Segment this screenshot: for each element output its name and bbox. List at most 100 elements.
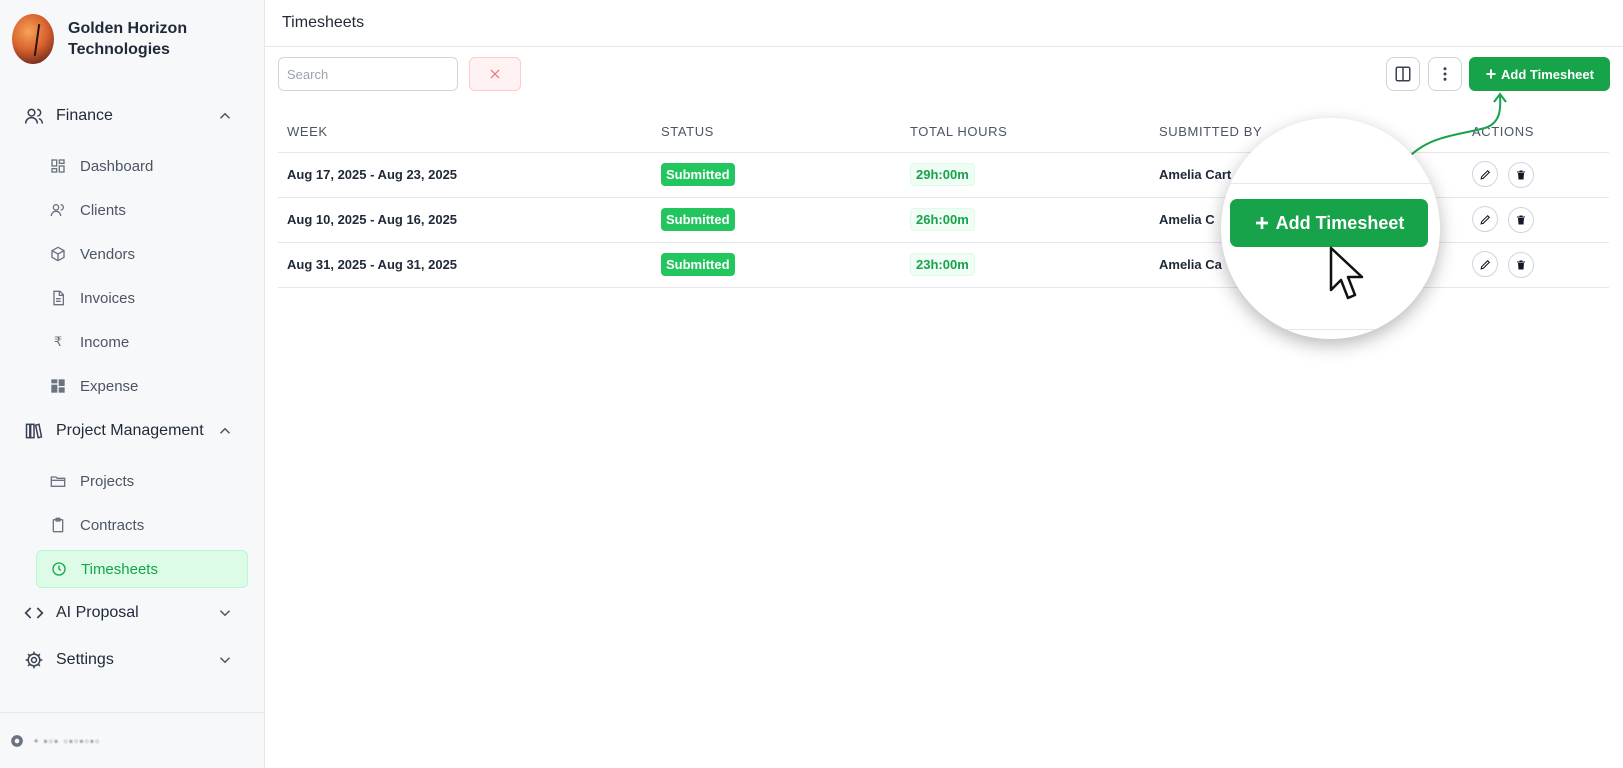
delete-button[interactable]	[1507, 161, 1534, 188]
hours-badge: 23h:00m	[910, 253, 975, 276]
more-options-button[interactable]	[1428, 57, 1462, 91]
plus-icon	[1255, 217, 1268, 229]
sidebar-section-ai-proposal[interactable]: AI Proposal	[24, 599, 234, 627]
chevron-up-icon[interactable]	[216, 107, 234, 125]
cube-icon	[50, 246, 66, 262]
add-timesheet-label: Add Timesheet	[1501, 66, 1594, 82]
sidebar-item-label: Invoices	[80, 289, 136, 307]
mouse-cursor-icon	[1329, 246, 1364, 300]
document-icon	[50, 290, 66, 306]
hours-cell: 26h:00m	[901, 197, 1150, 243]
sidebar: Golden Horizon Technologies Finance Dash…	[0, 0, 265, 768]
clipboard-icon	[50, 517, 66, 533]
sidebar-item-label: Clients	[80, 201, 126, 219]
sidebar-section-label: Project Management	[56, 422, 204, 439]
sidebar-item-label: Projects	[80, 472, 135, 490]
delete-button[interactable]	[1507, 251, 1534, 278]
sidebar-footer[interactable]: • ▪▫▪ ▫▪▫▪▫▪▫	[0, 712, 265, 768]
search-input[interactable]	[278, 57, 458, 91]
toolbar: Add Timesheet	[278, 57, 1610, 91]
status-cell: Submitted	[652, 152, 901, 198]
week-cell: Aug 10, 2025 - Aug 16, 2025	[278, 197, 652, 243]
sidebar-item-label: Timesheets	[81, 560, 158, 578]
column-header-total-hours[interactable]: TOTAL HOURS	[901, 112, 1150, 153]
sidebar-item-contracts[interactable]: Contracts	[36, 506, 248, 544]
hours-badge: 29h:00m	[910, 163, 975, 186]
grid-icon	[50, 378, 66, 394]
sidebar-item-invoices[interactable]: Invoices	[36, 279, 248, 317]
delete-button[interactable]	[1507, 206, 1534, 233]
chevron-down-icon[interactable]	[216, 651, 234, 669]
pencil-icon	[1479, 214, 1490, 225]
callout-arrow	[1407, 92, 1507, 159]
folder-icon	[50, 473, 66, 489]
sidebar-section-settings[interactable]: Settings	[24, 646, 234, 674]
sidebar-section-label: Settings	[56, 651, 114, 668]
edit-button[interactable]	[1472, 161, 1498, 188]
callout-divider	[1221, 183, 1440, 184]
hours-cell: 23h:00m	[901, 242, 1150, 288]
column-toggle-button[interactable]	[1386, 57, 1420, 91]
pencil-icon	[1479, 169, 1490, 180]
zoomed-add-timesheet-label: Add Timesheet	[1275, 212, 1405, 233]
sidebar-section-finance[interactable]: Finance	[24, 102, 234, 130]
sidebar-item-income[interactable]: ₹ Income	[36, 323, 248, 361]
column-header-status[interactable]: STATUS	[652, 112, 901, 153]
chevron-up-icon[interactable]	[216, 422, 234, 440]
dashboard-icon	[50, 158, 66, 174]
status-cell: Submitted	[652, 242, 901, 288]
hours-cell: 29h:00m	[901, 152, 1150, 198]
sidebar-section-project-management[interactable]: Project Management	[24, 417, 234, 445]
sidebar-item-label: Income	[80, 333, 130, 351]
more-vertical-icon	[1443, 67, 1447, 81]
sidebar-item-timesheets[interactable]: Timesheets	[36, 550, 248, 588]
sidebar-item-projects[interactable]: Projects	[36, 462, 248, 500]
actions-cell	[1463, 242, 1609, 288]
sidebar-item-label: Contracts	[80, 516, 145, 534]
status-cell: Submitted	[652, 197, 901, 243]
plus-icon	[1486, 69, 1496, 79]
zoomed-add-timesheet-button: Add Timesheet	[1230, 199, 1428, 247]
close-icon	[490, 69, 500, 79]
company-logo	[12, 14, 54, 64]
code-icon	[24, 603, 44, 623]
sidebar-item-dashboard[interactable]: Dashboard	[36, 147, 248, 185]
sidebar-item-label: Dashboard	[80, 157, 154, 175]
sidebar-section-label: AI Proposal	[56, 604, 139, 621]
status-badge: Submitted	[661, 163, 735, 186]
week-cell: Aug 31, 2025 - Aug 31, 2025	[278, 242, 652, 288]
user-avatar-icon	[11, 734, 23, 747]
rupee-icon: ₹	[53, 334, 63, 349]
edit-button[interactable]	[1472, 206, 1498, 233]
callout-divider	[1221, 329, 1440, 330]
users-icon	[24, 106, 44, 126]
clear-search-button[interactable]	[469, 57, 521, 91]
column-header-week[interactable]: WEEK	[278, 112, 652, 153]
add-timesheet-button[interactable]: Add Timesheet	[1469, 57, 1610, 91]
sidebar-item-label: Expense	[80, 377, 139, 395]
trash-icon	[1516, 170, 1525, 180]
gear-icon	[24, 650, 44, 670]
zoom-callout: Add Timesheet	[1221, 118, 1440, 339]
week-cell: Aug 17, 2025 - Aug 23, 2025	[278, 152, 652, 198]
trash-icon	[1516, 260, 1525, 270]
trash-icon	[1516, 215, 1525, 225]
sidebar-item-expense[interactable]: Expense	[36, 367, 248, 405]
brand[interactable]: Golden Horizon Technologies	[12, 14, 208, 64]
actions-cell	[1463, 197, 1609, 243]
edit-button[interactable]	[1472, 251, 1498, 278]
pencil-icon	[1479, 259, 1490, 270]
sidebar-item-clients[interactable]: Clients	[36, 191, 248, 229]
sidebar-item-label: Vendors	[80, 245, 136, 263]
sidebar-section-label: Finance	[56, 107, 113, 124]
status-badge: Submitted	[661, 208, 735, 231]
chevron-down-icon[interactable]	[216, 604, 234, 622]
hours-badge: 26h:00m	[910, 208, 975, 231]
status-badge: Submitted	[661, 253, 735, 276]
page-title: Timesheets	[282, 14, 365, 31]
company-name: Golden Horizon Technologies	[68, 20, 188, 58]
users-icon	[50, 202, 66, 218]
sidebar-item-vendors[interactable]: Vendors	[36, 235, 248, 273]
clock-icon	[51, 561, 67, 577]
page-header: Timesheets	[265, 0, 1623, 47]
